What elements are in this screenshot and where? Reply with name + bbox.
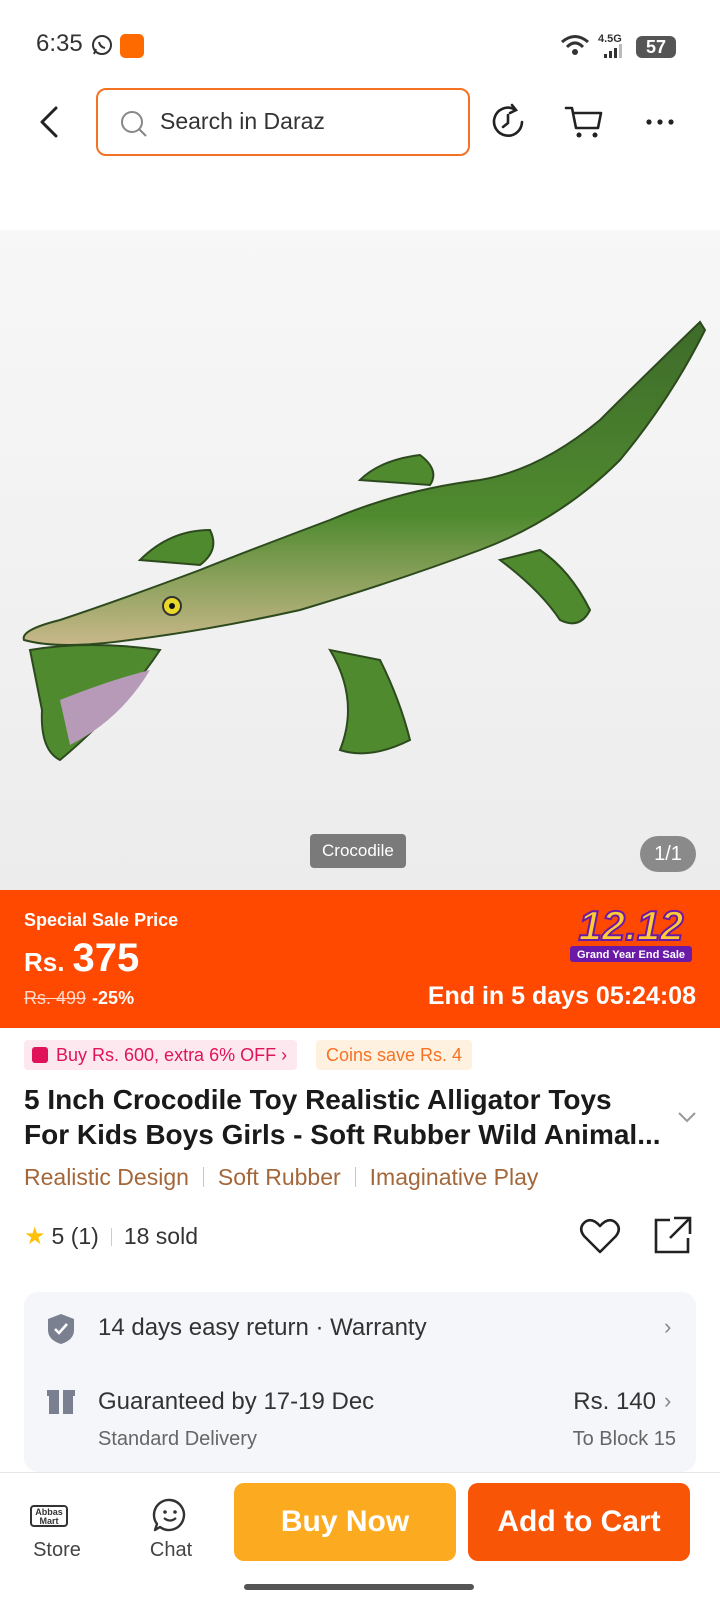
image-counter: 1/1 [640,836,696,872]
store-label: Store [33,1539,81,1561]
voucher-chip[interactable]: Buy Rs. 600, extra 6% OFF › [24,1040,298,1070]
store-logo: Abbas Mart [30,1505,68,1527]
store-tab[interactable]: Abbas Mart Store [12,1473,102,1583]
whatsapp-icon [90,33,114,57]
delivery-box-icon [46,1386,76,1421]
delivery-type: Standard Delivery [98,1428,257,1450]
divider [110,1228,112,1246]
feature-tags: Realistic Design Soft Rubber Imaginative P… [24,1164,538,1191]
feature-tag: Soft Rubber [217,1164,341,1190]
return-policy: 14 days easy return [98,1314,309,1341]
notification-app-icon [120,34,144,58]
top-nav [0,88,720,158]
sale-banner: Special Sale Price Rs. 375 Rs. 499 -25% En… [0,890,720,1028]
price-currency: Rs. [24,947,65,977]
rating-value: 5 [51,1223,65,1249]
back-icon[interactable] [30,102,70,142]
coins-chip[interactable]: Coins save Rs. 4 [316,1040,473,1070]
search-input[interactable] [160,108,450,135]
event-title: 12.12 [578,902,683,949]
wishlist-heart-icon[interactable] [578,1214,622,1258]
warranty-label: Warranty [330,1314,427,1341]
rating-row[interactable]: ★ 5 (1) 18 sold [24,1222,198,1251]
voucher-text: Buy Rs. 600, extra 6% OFF [56,1045,277,1065]
delivery-guarantee: Guaranteed by 17-19 Dec [98,1388,375,1415]
original-price: Rs. 499 [24,988,87,1008]
variant-tag: Crocodile [310,834,406,868]
product-title: 5 Inch Crocodile Toy Realistic Alligator… [24,1084,661,1150]
chevron-down-icon[interactable] [676,1110,698,1129]
divider [202,1167,204,1187]
sale-label: Special Sale Price [24,910,179,930]
shield-check-icon [46,1312,76,1351]
cart-icon[interactable] [564,102,604,142]
event-subtitle: Grand Year End Sale [577,949,685,961]
feature-tag: Imaginative Play [369,1164,539,1190]
add-to-cart-button[interactable]: Add to Cart [468,1483,690,1561]
separator-dot: · [315,1314,324,1341]
chat-label: Chat [149,1539,193,1561]
sale-countdown: End in 5 days 05:24:08 [427,982,696,1010]
delivery-fee: Rs. 140 [573,1388,656,1415]
star-icon: ★ [24,1223,46,1250]
chevron-right-icon: › [281,1045,288,1065]
divider [354,1167,356,1187]
sold-count: 18 sold [123,1223,198,1249]
bottom-action-bar: Abbas Mart Store Chat Buy Now Add to Car… [0,1472,720,1600]
home-indicator[interactable] [244,1584,474,1590]
product-image[interactable] [0,230,720,890]
status-time: 6:35 [36,30,83,57]
event-logo: 12.12 Grand Year End Sale [566,898,696,964]
signal-icon [604,44,624,63]
delivery-location[interactable]: To Block 15 [573,1428,676,1451]
original-price-row: Rs. 499 -25% [24,988,134,1009]
service-card: 14 days easy return · Warranty › Guarant… [24,1292,696,1472]
current-price: Rs. 375 [24,936,139,981]
crocodile-illustration [0,230,720,890]
search-icon [120,110,148,143]
share-icon[interactable] [650,1214,694,1258]
chevron-right-icon[interactable]: › [664,1314,671,1340]
wifi-icon [560,34,590,61]
chat-icon [152,1497,188,1538]
status-bar: 6:35 4.5G 57 [0,0,720,90]
price-value: 375 [72,936,140,980]
chat-tab[interactable]: Chat [126,1473,216,1583]
voucher-icon [32,1047,48,1063]
chevron-right-icon[interactable]: › [664,1388,671,1414]
more-icon[interactable] [640,102,680,142]
search-bar[interactable] [96,88,470,156]
buy-now-button[interactable]: Buy Now [234,1483,456,1561]
history-icon[interactable] [488,102,528,142]
discount-percent: -25% [92,988,135,1008]
return-warranty-row[interactable]: 14 days easy return · Warranty [98,1314,427,1342]
battery-indicator: 57 [636,36,676,58]
rating-count: (1) [70,1223,99,1249]
feature-tag: Realistic Design [24,1164,189,1190]
